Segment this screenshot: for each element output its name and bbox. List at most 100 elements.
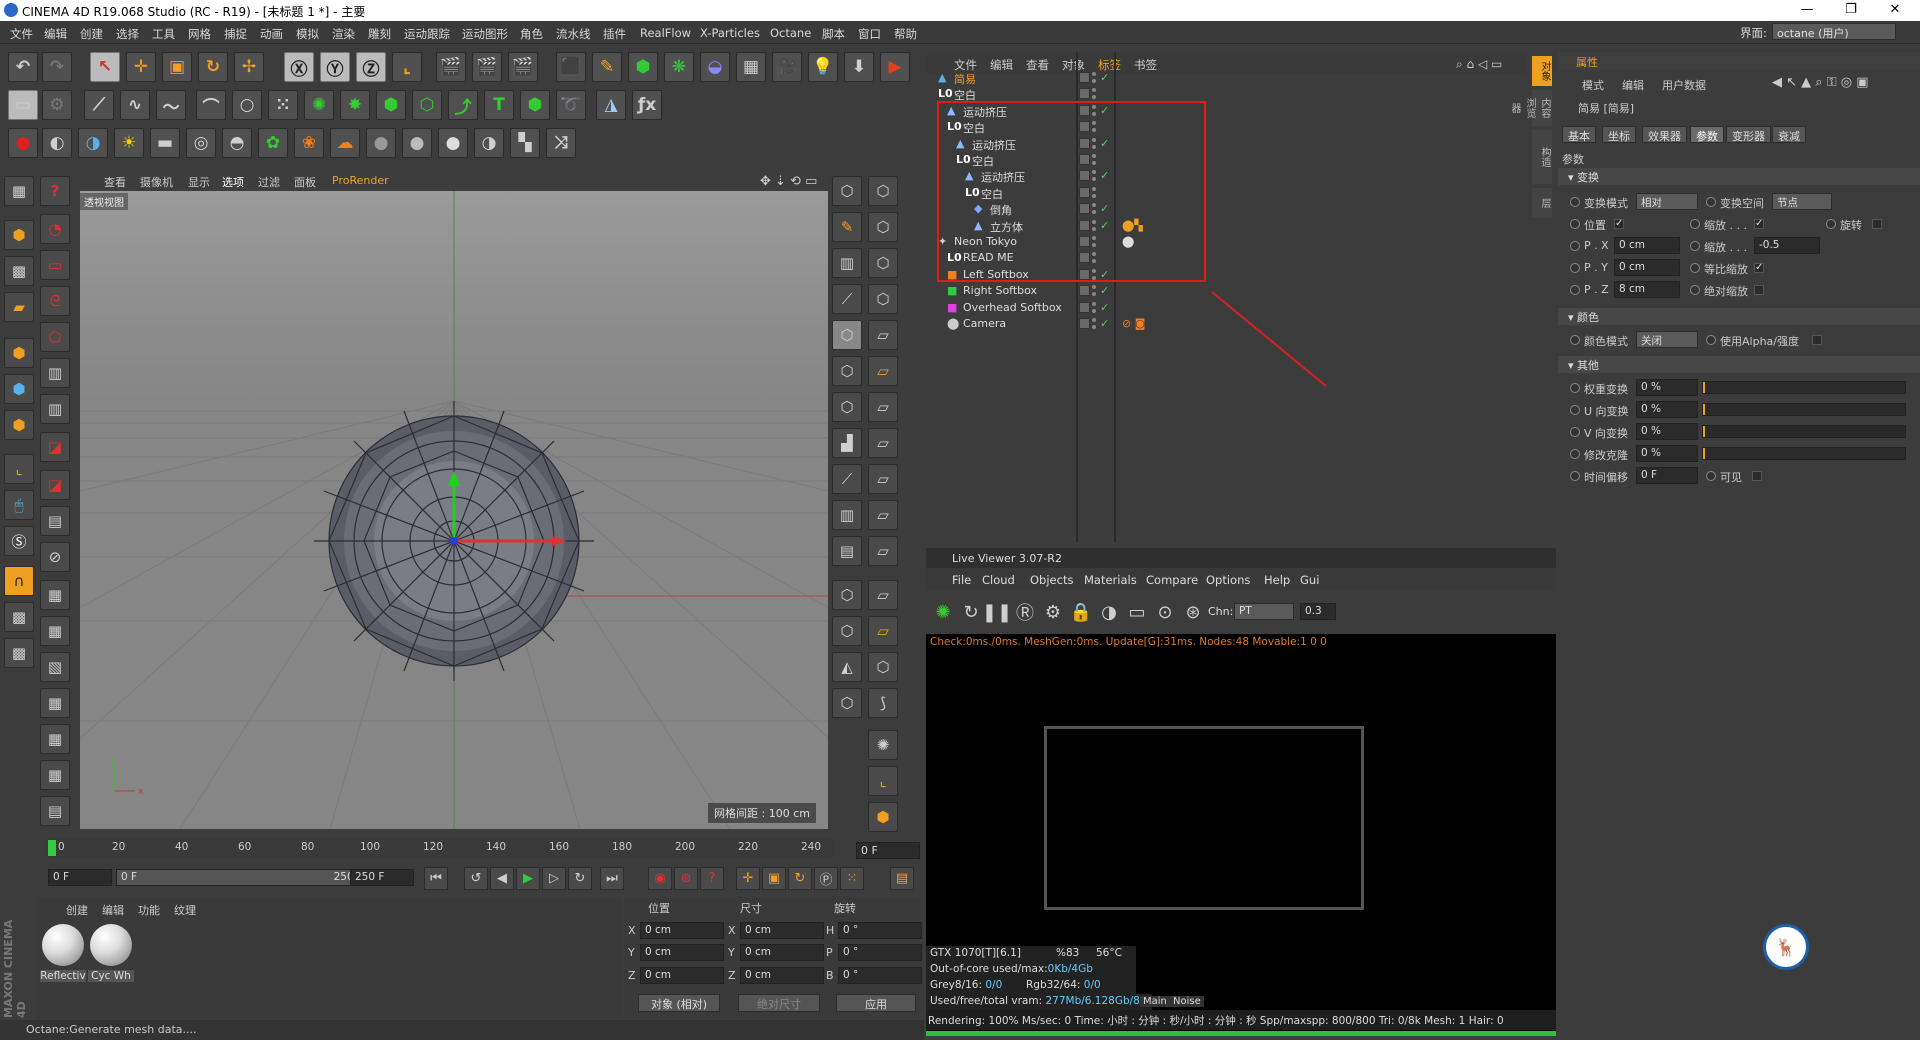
go-to-end-icon[interactable]: ⏭ bbox=[600, 867, 624, 890]
octane-specular-icon[interactable]: ● bbox=[438, 128, 468, 158]
make-editable-icon[interactable]: ▦ bbox=[4, 176, 34, 206]
side-tab-objects[interactable]: 对象 bbox=[1532, 56, 1552, 86]
floor-icon[interactable]: ▦ bbox=[736, 52, 766, 82]
palette-cube8-icon[interactable]: ⬡ bbox=[832, 616, 862, 646]
attr-v-slider[interactable] bbox=[1702, 425, 1906, 438]
palette-deform7-icon[interactable]: ▱ bbox=[868, 536, 898, 566]
menu-file[interactable]: 文件 bbox=[10, 26, 33, 42]
menu-realflow[interactable]: RealFlow bbox=[640, 26, 691, 40]
snap-polygons-icon[interactable]: ▦ bbox=[40, 688, 70, 718]
octane-fog-icon[interactable]: ☁ bbox=[330, 128, 360, 158]
palette-deform8-icon[interactable]: ▱ bbox=[868, 580, 898, 610]
palette-cube10-icon[interactable]: ⬡ bbox=[832, 688, 862, 718]
palette-cube2-icon[interactable]: ⬡ bbox=[868, 176, 898, 206]
lv-region-icon[interactable]: Ⓡ bbox=[1012, 599, 1038, 625]
x-axis-icon[interactable]: Ⓧ bbox=[284, 52, 314, 82]
menu-plugins[interactable]: 插件 bbox=[603, 26, 626, 42]
visibility-dots-icon[interactable] bbox=[1091, 72, 1097, 84]
palette-active-icon[interactable]: ⬡ bbox=[832, 320, 862, 350]
attr-rotation-checkbox[interactable] bbox=[1872, 219, 1882, 229]
lv-material-picker-icon[interactable]: ◑ bbox=[1096, 599, 1122, 625]
rotation-h-field[interactable]: 0 ° bbox=[838, 922, 922, 939]
octane-glossy-icon[interactable]: ◑ bbox=[78, 128, 108, 158]
frame-range-slider[interactable]: 0 F 250 F bbox=[116, 869, 384, 886]
menu-animate[interactable]: 动画 bbox=[260, 26, 283, 42]
attr-u-slider[interactable] bbox=[1702, 403, 1906, 416]
lv-channel-value[interactable]: 0.3 bbox=[1300, 603, 1336, 620]
texture-mode-icon[interactable]: ▩ bbox=[4, 256, 34, 286]
palette-ladder-icon[interactable]: ⟋ bbox=[832, 464, 862, 494]
subdivision-surface-icon[interactable]: ⬢ bbox=[628, 52, 658, 82]
octane-material-icon[interactable]: ◐ bbox=[42, 128, 72, 158]
light-icon[interactable]: 💡 bbox=[808, 52, 838, 82]
scale-tool-icon[interactable]: ▣ bbox=[162, 52, 192, 82]
menu-mograph[interactable]: 运动图形 bbox=[462, 26, 508, 42]
snap-guide-icon[interactable]: ▤ bbox=[40, 796, 70, 826]
layer-swatch[interactable] bbox=[1079, 285, 1090, 297]
attr-tab-effectors[interactable]: 效果器 bbox=[1642, 126, 1687, 143]
position-y-field[interactable]: 0 cm bbox=[640, 944, 724, 961]
size-z-field[interactable]: 0 cm bbox=[740, 967, 824, 984]
attr-anim-radio[interactable] bbox=[1690, 263, 1700, 273]
menu-simulate[interactable]: 模拟 bbox=[296, 26, 319, 42]
palette-deform2-icon[interactable]: ▱ bbox=[868, 356, 898, 386]
deformer-icon[interactable]: ◒ bbox=[700, 52, 730, 82]
attr-anim-radio[interactable] bbox=[1706, 335, 1716, 345]
move-tool-icon[interactable]: ✛ bbox=[126, 52, 156, 82]
viewport-menu-display[interactable]: 显示 bbox=[188, 174, 210, 190]
palette-cube4-icon[interactable]: ⬡ bbox=[868, 284, 898, 314]
attr-tab-falloff[interactable]: 衰减 bbox=[1772, 126, 1806, 143]
snap-midpoint-icon[interactable]: ▦ bbox=[40, 760, 70, 790]
go-to-start-icon[interactable]: ⏮ bbox=[424, 867, 448, 890]
attr-pz-field[interactable]: 8 cm bbox=[1614, 281, 1680, 298]
palette-stack-icon[interactable]: ⬡ bbox=[868, 212, 898, 242]
attr-section-color[interactable]: ▾ 颜色 bbox=[1558, 308, 1920, 325]
attr-weight-slider[interactable] bbox=[1702, 381, 1906, 394]
sweep-icon[interactable]: ➰ bbox=[556, 90, 586, 120]
fill-selection-icon[interactable]: ◪ bbox=[40, 432, 70, 462]
menu-window[interactable]: 窗口 bbox=[858, 26, 881, 42]
object-name[interactable]: Camera bbox=[963, 317, 1006, 330]
undo-icon[interactable]: ↶ bbox=[8, 52, 38, 82]
attr-position-checkbox[interactable]: ✓ bbox=[1614, 219, 1624, 229]
visibility-dots-icon[interactable] bbox=[1091, 285, 1097, 297]
attr-anim-radio[interactable] bbox=[1570, 449, 1580, 459]
menu-snap[interactable]: 捕捉 bbox=[224, 26, 247, 42]
key-parameter-icon[interactable]: Ⓟ bbox=[814, 867, 838, 890]
octane-scatter-icon[interactable]: ✿ bbox=[258, 128, 288, 158]
lv-settings-icon[interactable]: ⚙ bbox=[1040, 599, 1066, 625]
octane-sun-icon[interactable]: ☀ bbox=[114, 128, 144, 158]
attr-anim-radio[interactable] bbox=[1690, 219, 1700, 229]
render-view-icon[interactable]: 🎬 bbox=[436, 52, 466, 82]
attr-menu-edit[interactable]: 编辑 bbox=[1622, 77, 1644, 93]
enabled-check-icon[interactable]: ✓ bbox=[1100, 301, 1109, 314]
attr-anim-radio[interactable] bbox=[1570, 427, 1580, 437]
octane-metal-icon[interactable]: ● bbox=[402, 128, 432, 158]
menu-help[interactable]: 帮助 bbox=[894, 26, 917, 42]
palette-cube5-icon[interactable]: ⬡ bbox=[832, 356, 862, 386]
menu-sculpt[interactable]: 雕刻 bbox=[368, 26, 391, 42]
snap-points-icon[interactable]: ▦ bbox=[40, 616, 70, 646]
y-axis-icon[interactable]: Ⓨ bbox=[320, 52, 350, 82]
grid-spline-icon[interactable]: ⁙ bbox=[268, 90, 298, 120]
next-frame-icon[interactable]: ▷ bbox=[542, 867, 566, 890]
position-x-field[interactable]: 0 cm bbox=[640, 922, 724, 939]
palette-axis-settings-icon[interactable]: ⌞ bbox=[868, 766, 898, 796]
side-tab-content-browser[interactable]: 内容浏览器 bbox=[1509, 90, 1552, 126]
material-swatch[interactable] bbox=[42, 924, 84, 966]
sketch-spline-icon[interactable]: 〜 bbox=[156, 90, 186, 120]
palette-brush-icon[interactable]: ✎ bbox=[832, 212, 862, 242]
camera-icon[interactable]: 🎥 bbox=[772, 52, 802, 82]
z-axis-icon[interactable]: Ⓩ bbox=[356, 52, 386, 82]
timeline-playhead[interactable] bbox=[48, 840, 56, 856]
lv-restart-icon[interactable]: ↻ bbox=[958, 599, 984, 625]
side-tab-structure[interactable]: 构造 bbox=[1532, 130, 1552, 184]
attr-section-other[interactable]: ▾ 其他 bbox=[1558, 356, 1920, 373]
coords-mode-dropdown[interactable]: 对象 (相对) bbox=[638, 994, 720, 1012]
visibility-dots-icon[interactable] bbox=[1091, 318, 1097, 330]
polygon-selection-icon[interactable]: ⬠ bbox=[40, 322, 70, 352]
menu-select[interactable]: 选择 bbox=[116, 26, 139, 42]
snap-enable-icon[interactable]: ∩ bbox=[4, 566, 34, 596]
redo-icon[interactable]: ↷ bbox=[42, 52, 72, 82]
key-pla-icon[interactable]: ⁙ bbox=[840, 867, 864, 890]
